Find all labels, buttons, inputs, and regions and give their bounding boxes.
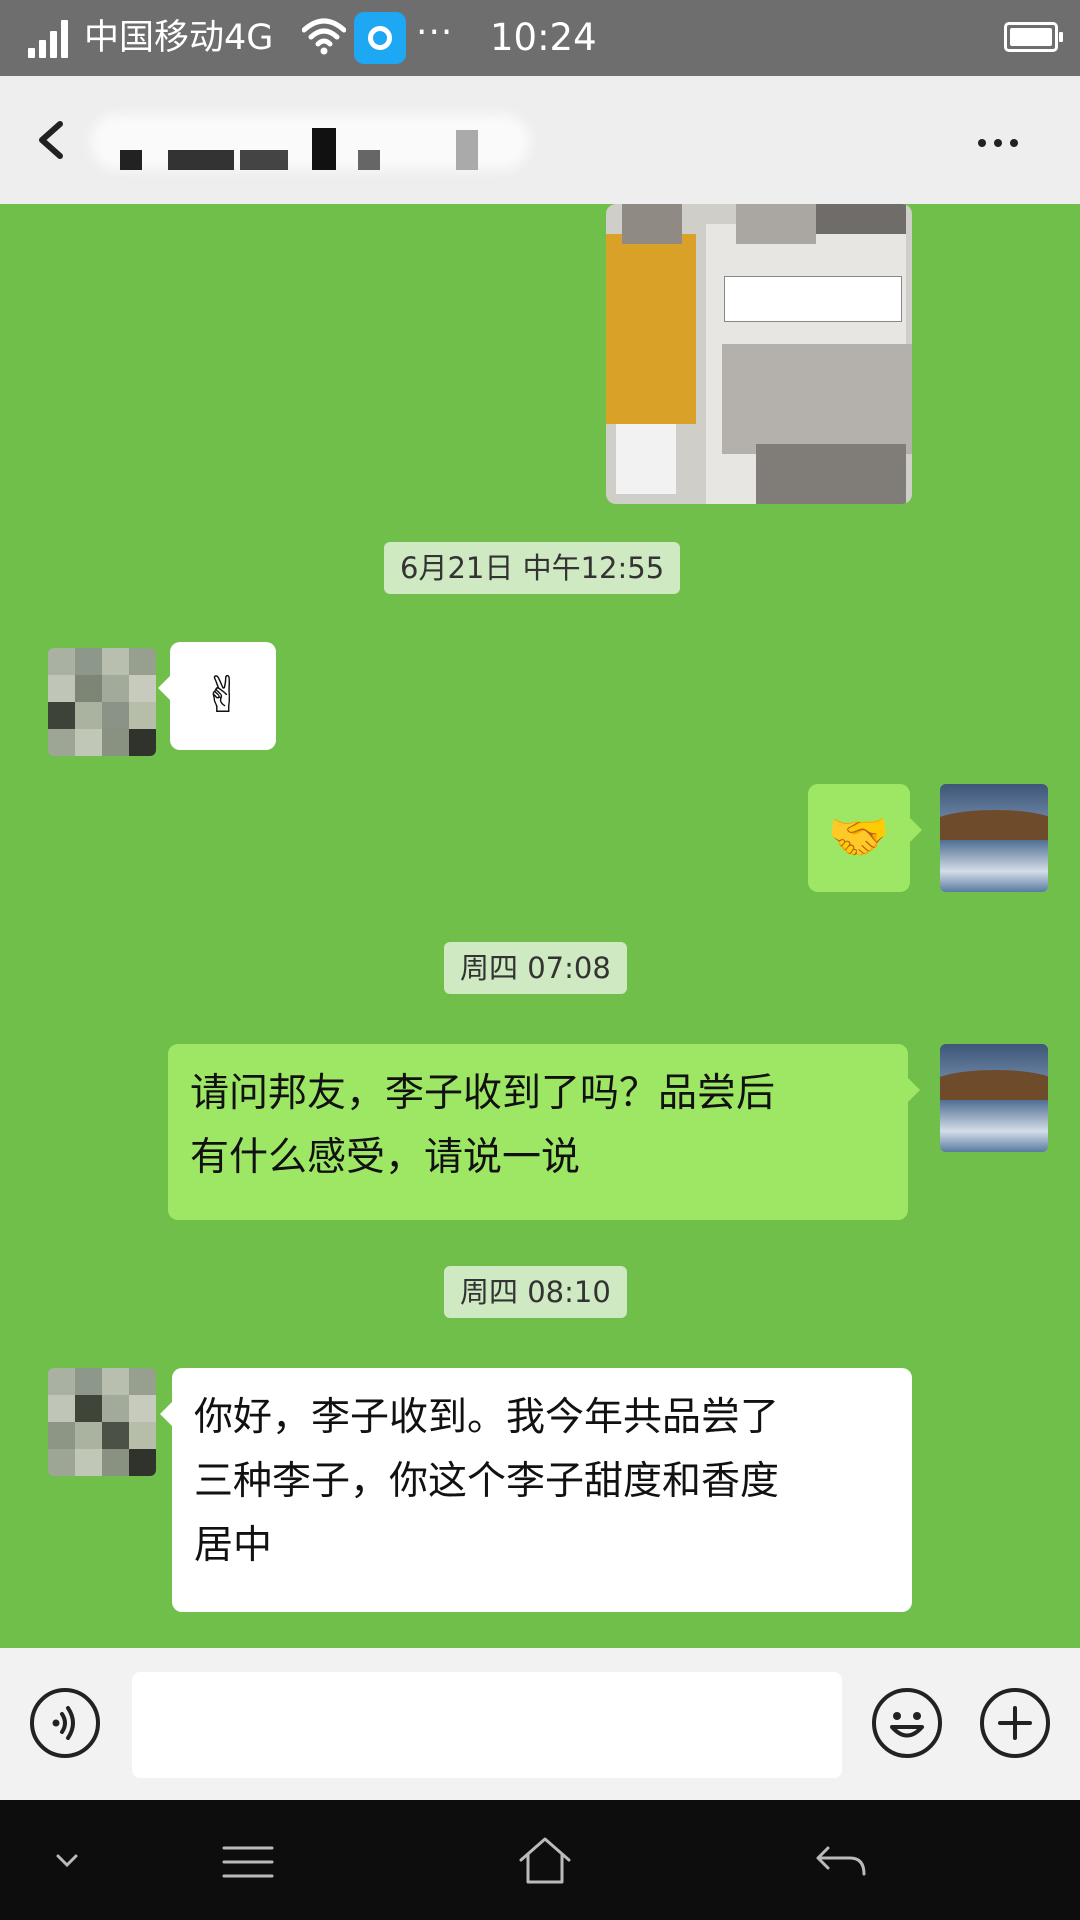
handshake-icon: 🤝	[827, 808, 891, 866]
clock: 10:24	[490, 16, 597, 59]
chat-area: 6月21日 中午12:55 ✌ 🤝 周四 07:08 请问邦友，李子收到了吗？品…	[0, 204, 1080, 1648]
back-arrow-icon[interactable]	[34, 120, 74, 160]
my-avatar[interactable]	[940, 1044, 1048, 1152]
message-input[interactable]	[132, 1672, 842, 1778]
message-line: 你好，李子收到。我今年共品尝了	[194, 1395, 780, 1440]
chat-title-redacted	[90, 106, 530, 176]
message-bubble-incoming[interactable]: 你好，李子收到。我今年共品尝了 三种李子，你这个李子甜度和香度 居中	[160, 1368, 912, 1612]
package-photo-message[interactable]	[606, 204, 912, 504]
contact-avatar[interactable]	[48, 648, 156, 756]
message-line: 居中	[194, 1523, 273, 1568]
input-bar	[0, 1648, 1080, 1800]
home-icon[interactable]	[518, 1836, 572, 1886]
message-line: 三种李子，你这个李子甜度和香度	[194, 1459, 780, 1504]
back-icon[interactable]	[814, 1844, 868, 1880]
wifi-icon	[302, 18, 346, 55]
message-bubble-incoming[interactable]: ✌	[158, 642, 276, 750]
status-bar: 中国移动4G ··· 10:24	[0, 0, 1080, 76]
victory-hand-icon: ✌	[202, 666, 244, 724]
timestamp: 周四 07:08	[444, 942, 627, 994]
battery-icon	[1004, 22, 1063, 52]
voice-icon[interactable]	[30, 1688, 100, 1758]
message-bubble-outgoing[interactable]: 请问邦友，李子收到了吗？品尝后 有什么感受，请说一说	[168, 1044, 920, 1220]
menu-icon[interactable]	[222, 1844, 274, 1880]
contact-avatar[interactable]	[48, 1368, 156, 1476]
timestamp: 周四 08:10	[444, 1266, 627, 1318]
message-line: 请问邦友，李子收到了吗？品尝后	[190, 1071, 776, 1116]
my-avatar[interactable]	[940, 784, 1048, 892]
app-notification-icon	[354, 12, 406, 64]
system-nav-bar	[0, 1800, 1080, 1920]
signal-icon	[28, 18, 70, 58]
chat-header	[0, 76, 1080, 204]
more-notifications-icon: ···	[416, 12, 454, 53]
carrier-label: 中国移动4G	[84, 18, 274, 58]
chevron-down-icon[interactable]	[54, 1852, 80, 1870]
timestamp: 6月21日 中午12:55	[384, 542, 681, 594]
more-icon[interactable]	[978, 132, 1026, 151]
plus-icon[interactable]	[980, 1688, 1050, 1758]
message-bubble-outgoing[interactable]: 🤝	[808, 784, 922, 892]
message-line: 有什么感受，请说一说	[190, 1135, 581, 1180]
emoji-icon[interactable]	[872, 1688, 942, 1758]
